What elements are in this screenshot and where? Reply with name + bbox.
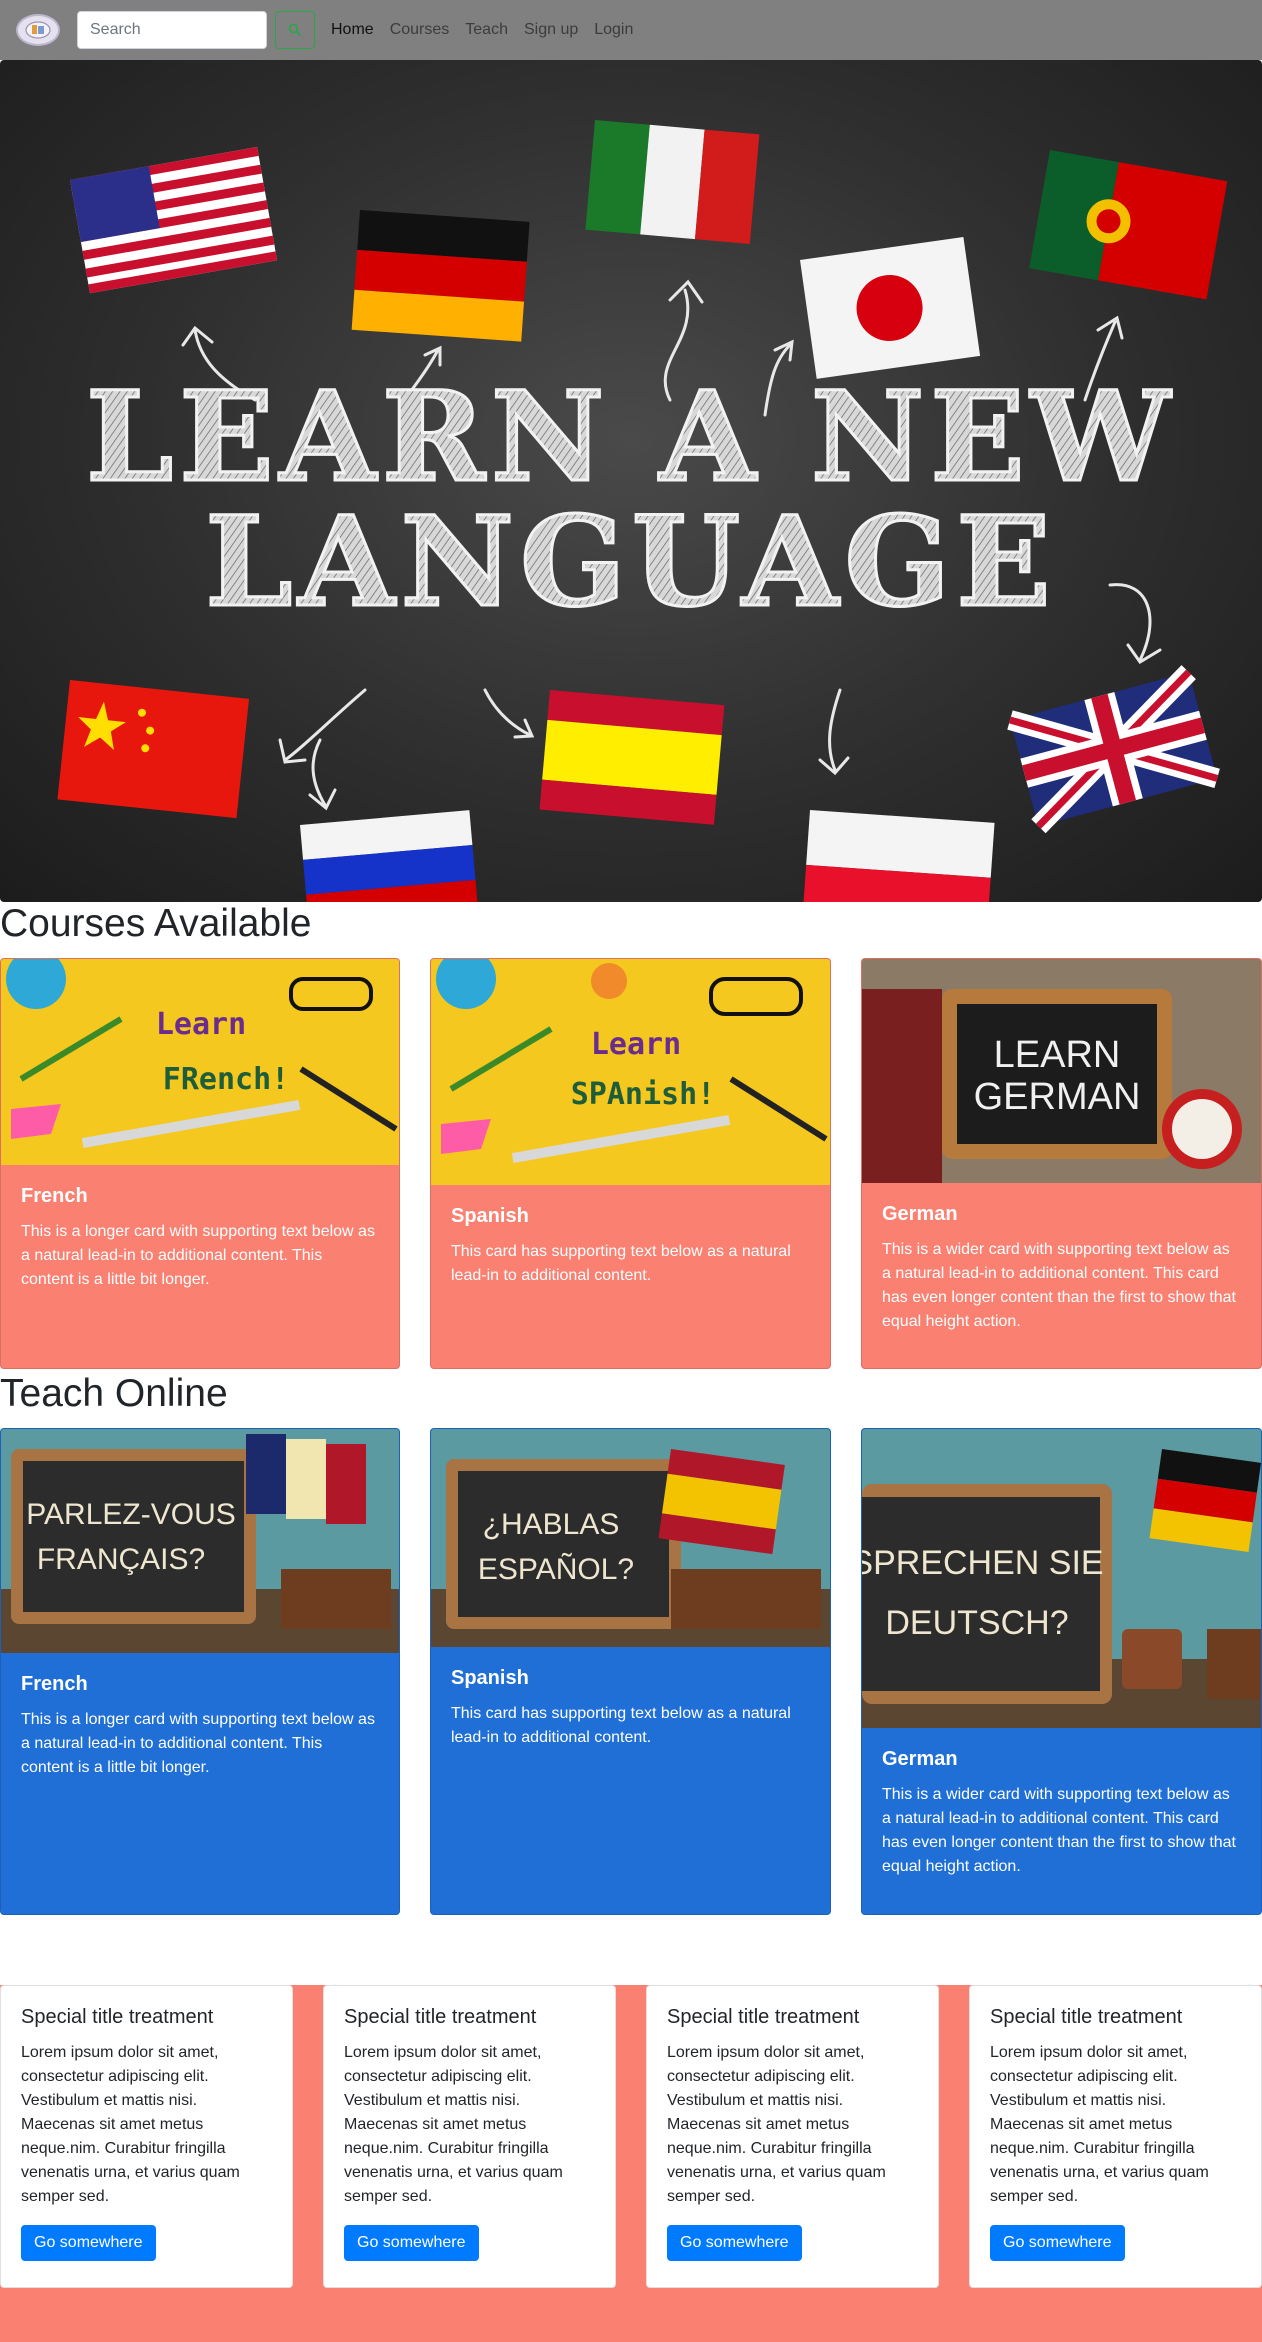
special-text: Lorem ipsum dolor sit amet, consectetur … (667, 2044, 886, 2205)
nav-signup[interactable]: Sign up (516, 0, 586, 60)
course-image-line2: GERMAN (974, 1076, 1141, 1118)
special-card: Special title treatment Lorem ipsum dolo… (323, 1985, 616, 2288)
poland-flag (802, 810, 995, 902)
search-input[interactable] (77, 11, 267, 49)
card-text: This is a wider card with supporting tex… (882, 1786, 1236, 1875)
course-card-spanish[interactable]: Learn SPAnish! Spanish This card has sup… (430, 958, 831, 1369)
teach-card-french[interactable]: PARLEZ-VOUS FRANÇAIS? French This is a l… (0, 1428, 400, 1915)
card-title: Spanish (451, 1205, 529, 1227)
card-body: French This is a longer card with suppor… (1, 1653, 399, 1800)
card-text: This is a longer card with supporting te… (21, 1711, 375, 1776)
course-image-line1: Learn (591, 1027, 681, 1062)
courses-heading: Courses Available (0, 902, 312, 945)
course-image-line2: SPAnish! (571, 1077, 716, 1112)
hero-banner: LEARN A NEW LANGUAGE (0, 60, 1262, 902)
course-image-line1: Learn (156, 1007, 246, 1042)
card-title: Spanish (451, 1667, 529, 1689)
usa-flag (69, 147, 278, 294)
course-image-german: LEARN GERMAN (862, 959, 1261, 1183)
card-text: This is a longer card with supporting te… (21, 1223, 375, 1288)
go-somewhere-button[interactable]: Go somewhere (990, 2225, 1125, 2261)
nav-links: Home Courses Teach Sign up Login (323, 0, 641, 60)
logo-icon[interactable] (16, 14, 60, 46)
special-card: Special title treatment Lorem ipsum dolo… (0, 1985, 293, 2288)
germany-flag (351, 210, 530, 342)
teach-image-line1: PARLEZ-VOUS (26, 1498, 236, 1531)
teach-image-spanish: ¿HABLAS ESPAÑOL? (431, 1429, 830, 1647)
special-card: Special title treatment Lorem ipsum dolo… (646, 1985, 939, 2288)
hero-line1: LEARN A NEW (86, 365, 1176, 510)
teach-image-line1: SPRECHEN SIE (862, 1544, 1104, 1582)
course-image-spanish: Learn SPAnish! (431, 959, 830, 1185)
japan-flag (800, 237, 981, 379)
search-button[interactable] (275, 11, 315, 49)
search-icon (288, 23, 302, 37)
russia-flag (300, 810, 479, 902)
card-text: This card has supporting text below as a… (451, 1705, 791, 1746)
nav-login[interactable]: Login (586, 0, 641, 60)
card-title: French (21, 1673, 88, 1695)
uk-flag (1007, 665, 1220, 834)
special-card: Special title treatment Lorem ipsum dolo… (969, 1985, 1262, 2288)
course-card-german[interactable]: LEARN GERMAN German This is a wider card… (861, 958, 1262, 1369)
card-text: This is a wider card with supporting tex… (882, 1241, 1236, 1330)
china-flag (57, 680, 250, 819)
teach-card-spanish[interactable]: ¿HABLAS ESPAÑOL? Spanish This card has s… (430, 1428, 831, 1915)
teach-image-german: SPRECHEN SIE DEUTSCH? (862, 1429, 1261, 1728)
go-somewhere-button[interactable]: Go somewhere (667, 2225, 802, 2261)
card-body: Spanish This card has supporting text be… (431, 1647, 830, 1770)
teach-image-line1: ¿HABLAS (483, 1508, 620, 1541)
course-image-french: Learn FRench! (1, 959, 399, 1165)
navbar: Home Courses Teach Sign up Login (0, 0, 1262, 60)
portugal-flag (1029, 150, 1228, 300)
course-card-french[interactable]: Learn FRench! French This is a longer ca… (0, 958, 400, 1369)
course-image-line1: LEARN (994, 1034, 1121, 1076)
card-body: Spanish This card has supporting text be… (431, 1185, 830, 1308)
hero-line2: LANGUAGE (205, 490, 1057, 635)
special-title: Special title treatment (990, 2006, 1183, 2028)
course-image-line2: FRench! (163, 1062, 289, 1097)
spain-flag (539, 690, 725, 825)
card-body: French This is a longer card with suppor… (1, 1165, 399, 1312)
go-somewhere-button[interactable]: Go somewhere (344, 2225, 479, 2261)
special-title: Special title treatment (344, 2006, 537, 2028)
teach-image-line2: FRANÇAIS? (37, 1543, 205, 1576)
nav-home[interactable]: Home (323, 0, 382, 60)
teach-image-line2: ESPAÑOL? (478, 1552, 634, 1586)
go-somewhere-button[interactable]: Go somewhere (21, 2225, 156, 2261)
nav-teach[interactable]: Teach (457, 0, 516, 60)
special-text: Lorem ipsum dolor sit amet, consectetur … (990, 2044, 1209, 2205)
special-text: Lorem ipsum dolor sit amet, consectetur … (344, 2044, 563, 2205)
card-title: French (21, 1185, 88, 1207)
teach-image-french: PARLEZ-VOUS FRANÇAIS? (1, 1429, 399, 1653)
card-text: This card has supporting text below as a… (451, 1243, 791, 1284)
nav-courses[interactable]: Courses (382, 0, 458, 60)
card-body: German This is a wider card with support… (862, 1728, 1261, 1899)
card-title: German (882, 1203, 958, 1225)
teach-card-german[interactable]: SPRECHEN SIE DEUTSCH? German This is a w… (861, 1428, 1262, 1915)
special-title: Special title treatment (21, 2006, 214, 2028)
special-text: Lorem ipsum dolor sit amet, consectetur … (21, 2044, 240, 2205)
teach-heading: Teach Online (0, 1372, 228, 1415)
teach-image-line2: DEUTSCH? (885, 1604, 1068, 1642)
card-body: German This is a wider card with support… (862, 1183, 1261, 1354)
card-title: German (882, 1748, 958, 1770)
special-title: Special title treatment (667, 2006, 860, 2028)
italy-flag (585, 120, 760, 244)
